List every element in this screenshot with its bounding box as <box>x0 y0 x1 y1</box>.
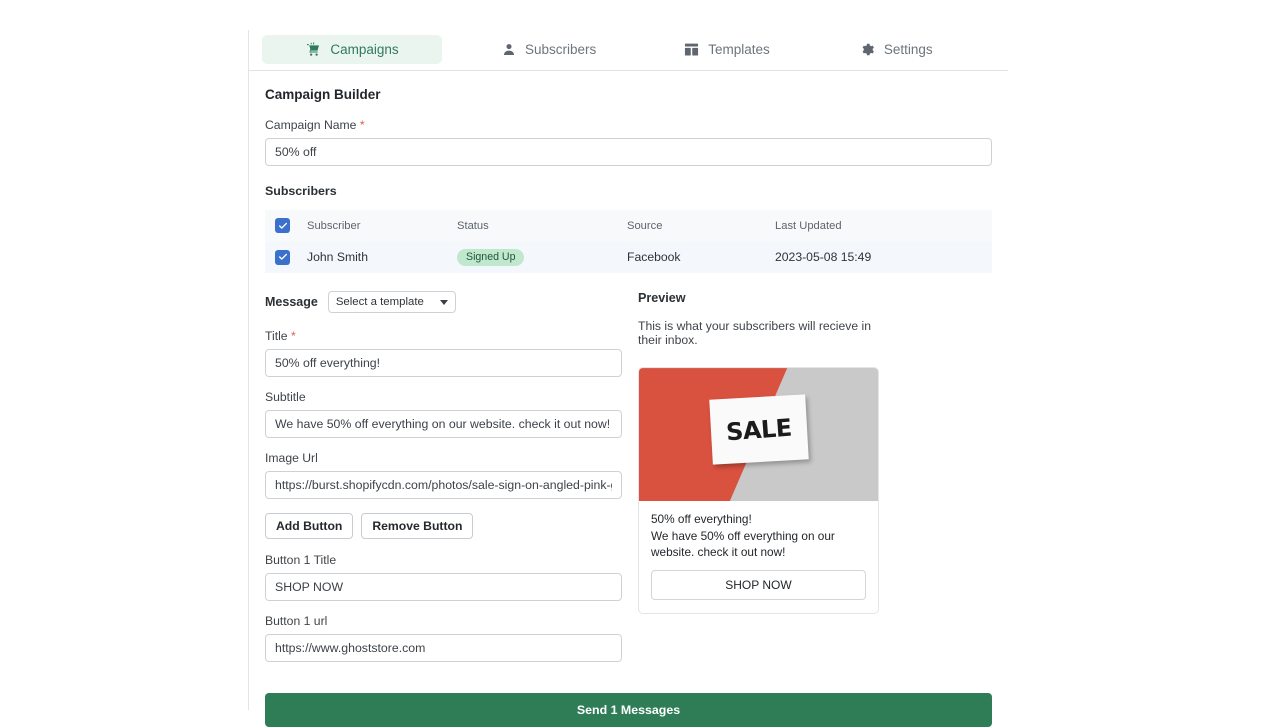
main-tab-bar: Campaigns Subscribers Templates Settings <box>249 30 1008 71</box>
preview-image: SALE <box>639 368 878 502</box>
cell-status: Signed Up <box>457 242 627 274</box>
tab-settings-label: Settings <box>883 42 933 57</box>
tab-campaigns-label: Campaigns <box>330 42 399 57</box>
person-icon <box>502 42 516 57</box>
image-url-group: Image Url <box>265 451 622 500</box>
campaign-name-group: Campaign Name * <box>265 118 992 166</box>
campaign-name-label-text: Campaign Name <box>265 118 357 132</box>
table-header-row: Subscriber Status Source Last Updated <box>265 210 992 242</box>
tab-subscribers-label: Subscribers <box>525 42 597 57</box>
button-controls-row: Add Button Remove Button <box>265 513 622 540</box>
subscribers-table-head: Subscriber Status Source Last Updated <box>265 210 992 242</box>
title-input[interactable] <box>265 349 622 378</box>
cell-subscriber-name: John Smith <box>307 250 368 265</box>
column-header-source: Source <box>627 219 663 232</box>
send-messages-button[interactable]: Send 1 Messages <box>265 693 992 727</box>
template-select[interactable]: Select a template <box>327 291 456 314</box>
required-marker: * <box>359 118 365 132</box>
column-header-last-updated: Last Updated <box>775 219 842 232</box>
subscribers-table: Subscriber Status Source Last Updated Jo… <box>265 210 992 274</box>
tab-campaigns[interactable]: Campaigns <box>262 35 442 64</box>
button1-url-group: Button 1 url <box>265 614 622 663</box>
title-label-text: Title <box>265 329 288 344</box>
subscribers-section-label: Subscribers <box>265 184 337 198</box>
title-required-marker: * <box>290 329 296 344</box>
tab-templates[interactable]: Templates <box>670 35 784 64</box>
column-header-subscriber: Subscriber <box>307 219 361 232</box>
image-url-label: Image Url <box>265 451 318 466</box>
button1-title-group: Button 1 Title <box>265 553 622 602</box>
title-label: Title * <box>265 329 622 343</box>
preview-image-sale-sign: SALE <box>709 394 809 465</box>
tab-templates-label: Templates <box>708 42 770 57</box>
chevron-down-icon <box>439 299 448 305</box>
button1-url-label: Button 1 url <box>265 614 328 629</box>
campaign-builder-content: Campaign Builder Campaign Name * Subscri… <box>249 71 1008 727</box>
select-all-checkbox[interactable] <box>275 218 290 233</box>
message-label: Message <box>265 295 318 310</box>
image-url-input[interactable] <box>265 471 622 500</box>
preview-description: This is what your subscribers will recie… <box>638 319 871 348</box>
subtitle-group: Subtitle <box>265 390 622 439</box>
row-checkbox[interactable] <box>275 249 290 265</box>
subtitle-input[interactable] <box>265 410 622 439</box>
button1-url-input[interactable] <box>265 634 622 663</box>
tab-subscribers[interactable]: Subscribers <box>488 35 610 64</box>
title-group: Title * <box>265 329 622 378</box>
preview-headline: 50% off everything! <box>651 512 752 527</box>
status-badge: Signed Up <box>457 248 525 267</box>
cell-source: Facebook <box>627 250 681 265</box>
campaign-cart-icon <box>305 41 321 58</box>
message-column: Message Select a template Title * Subtit… <box>265 291 622 675</box>
page-title: Campaign Builder <box>265 87 381 102</box>
tab-settings[interactable]: Settings <box>846 35 947 64</box>
button1-title-label: Button 1 Title <box>265 553 337 568</box>
row-select-cell <box>265 242 307 274</box>
layout-icon <box>684 42 699 57</box>
subtitle-label: Subtitle <box>265 390 306 405</box>
message-header-row: Message Select a template <box>265 291 622 314</box>
sale-sign-text: SALE <box>725 413 793 446</box>
preview-title: Preview <box>638 291 686 306</box>
campaign-name-label: Campaign Name * <box>265 118 992 132</box>
remove-button[interactable]: Remove Button <box>361 513 474 540</box>
message-and-preview: Message Select a template Title * Subtit… <box>265 291 992 675</box>
app-root: Campaigns Subscribers Templates Settings… <box>248 30 1008 727</box>
template-select-value: Select a template <box>335 296 424 309</box>
cell-last-updated: 2023-05-08 15:49 <box>775 250 872 265</box>
button1-title-input[interactable] <box>265 573 622 602</box>
preview-card: SALE 50% off everything! We have 50% off… <box>638 367 879 614</box>
preview-card-body: 50% off everything! We have 50% off ever… <box>639 501 878 613</box>
preview-subtext: We have 50% off everything on our websit… <box>651 529 835 560</box>
table-row[interactable]: John Smith Signed Up Facebook 2023-05-08… <box>265 241 992 274</box>
gear-icon <box>860 42 875 57</box>
campaign-name-input[interactable] <box>265 138 992 166</box>
column-header-status: Status <box>457 219 489 232</box>
select-all-cell <box>265 210 307 242</box>
add-button[interactable]: Add Button <box>265 513 354 540</box>
subscribers-table-body: John Smith Signed Up Facebook 2023-05-08… <box>265 241 992 274</box>
preview-column: Preview This is what your subscribers wi… <box>638 291 883 675</box>
preview-cta-button[interactable]: SHOP NOW <box>651 569 866 600</box>
